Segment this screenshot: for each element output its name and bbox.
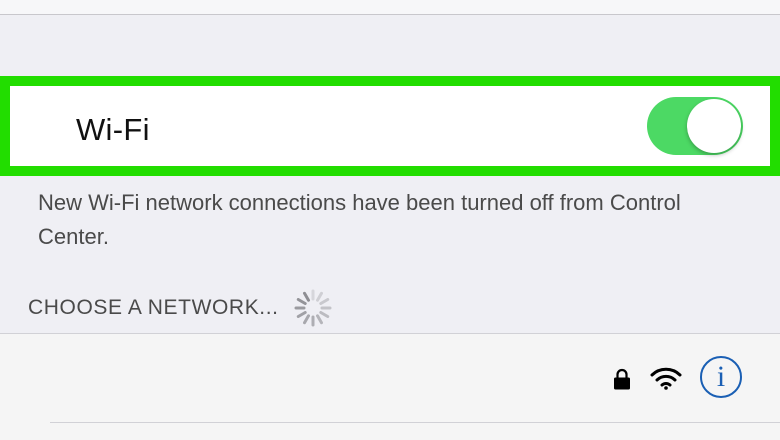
separator [50, 422, 780, 423]
spinner-spoke [315, 291, 323, 302]
spinner-spoke [318, 298, 329, 305]
spinner-spoke [296, 298, 307, 305]
wifi-row: Wi-Fi [0, 76, 780, 176]
info-icon[interactable]: i [700, 356, 742, 398]
network-row[interactable]: i [0, 334, 780, 440]
wifi-label: Wi-Fi [76, 112, 150, 147]
choose-network-label: CHOOSE A NETWORK... [28, 296, 279, 319]
lock-icon [614, 368, 630, 390]
spinner-spoke [315, 314, 323, 325]
spinner-spoke [302, 291, 310, 302]
separator [0, 14, 780, 15]
settings-top-area [0, 0, 780, 14]
spinner-spoke [302, 314, 310, 325]
wifi-signal-icon [650, 367, 682, 390]
toggle-knob [687, 99, 741, 153]
spinner-icon [294, 289, 332, 327]
spinner-spoke [296, 311, 307, 318]
wifi-footer-note: New Wi-Fi network connections have been … [38, 190, 681, 249]
spinner-spoke [318, 311, 329, 318]
wifi-toggle[interactable] [647, 97, 743, 155]
choose-network-header: CHOOSE A NETWORK... [28, 288, 333, 328]
